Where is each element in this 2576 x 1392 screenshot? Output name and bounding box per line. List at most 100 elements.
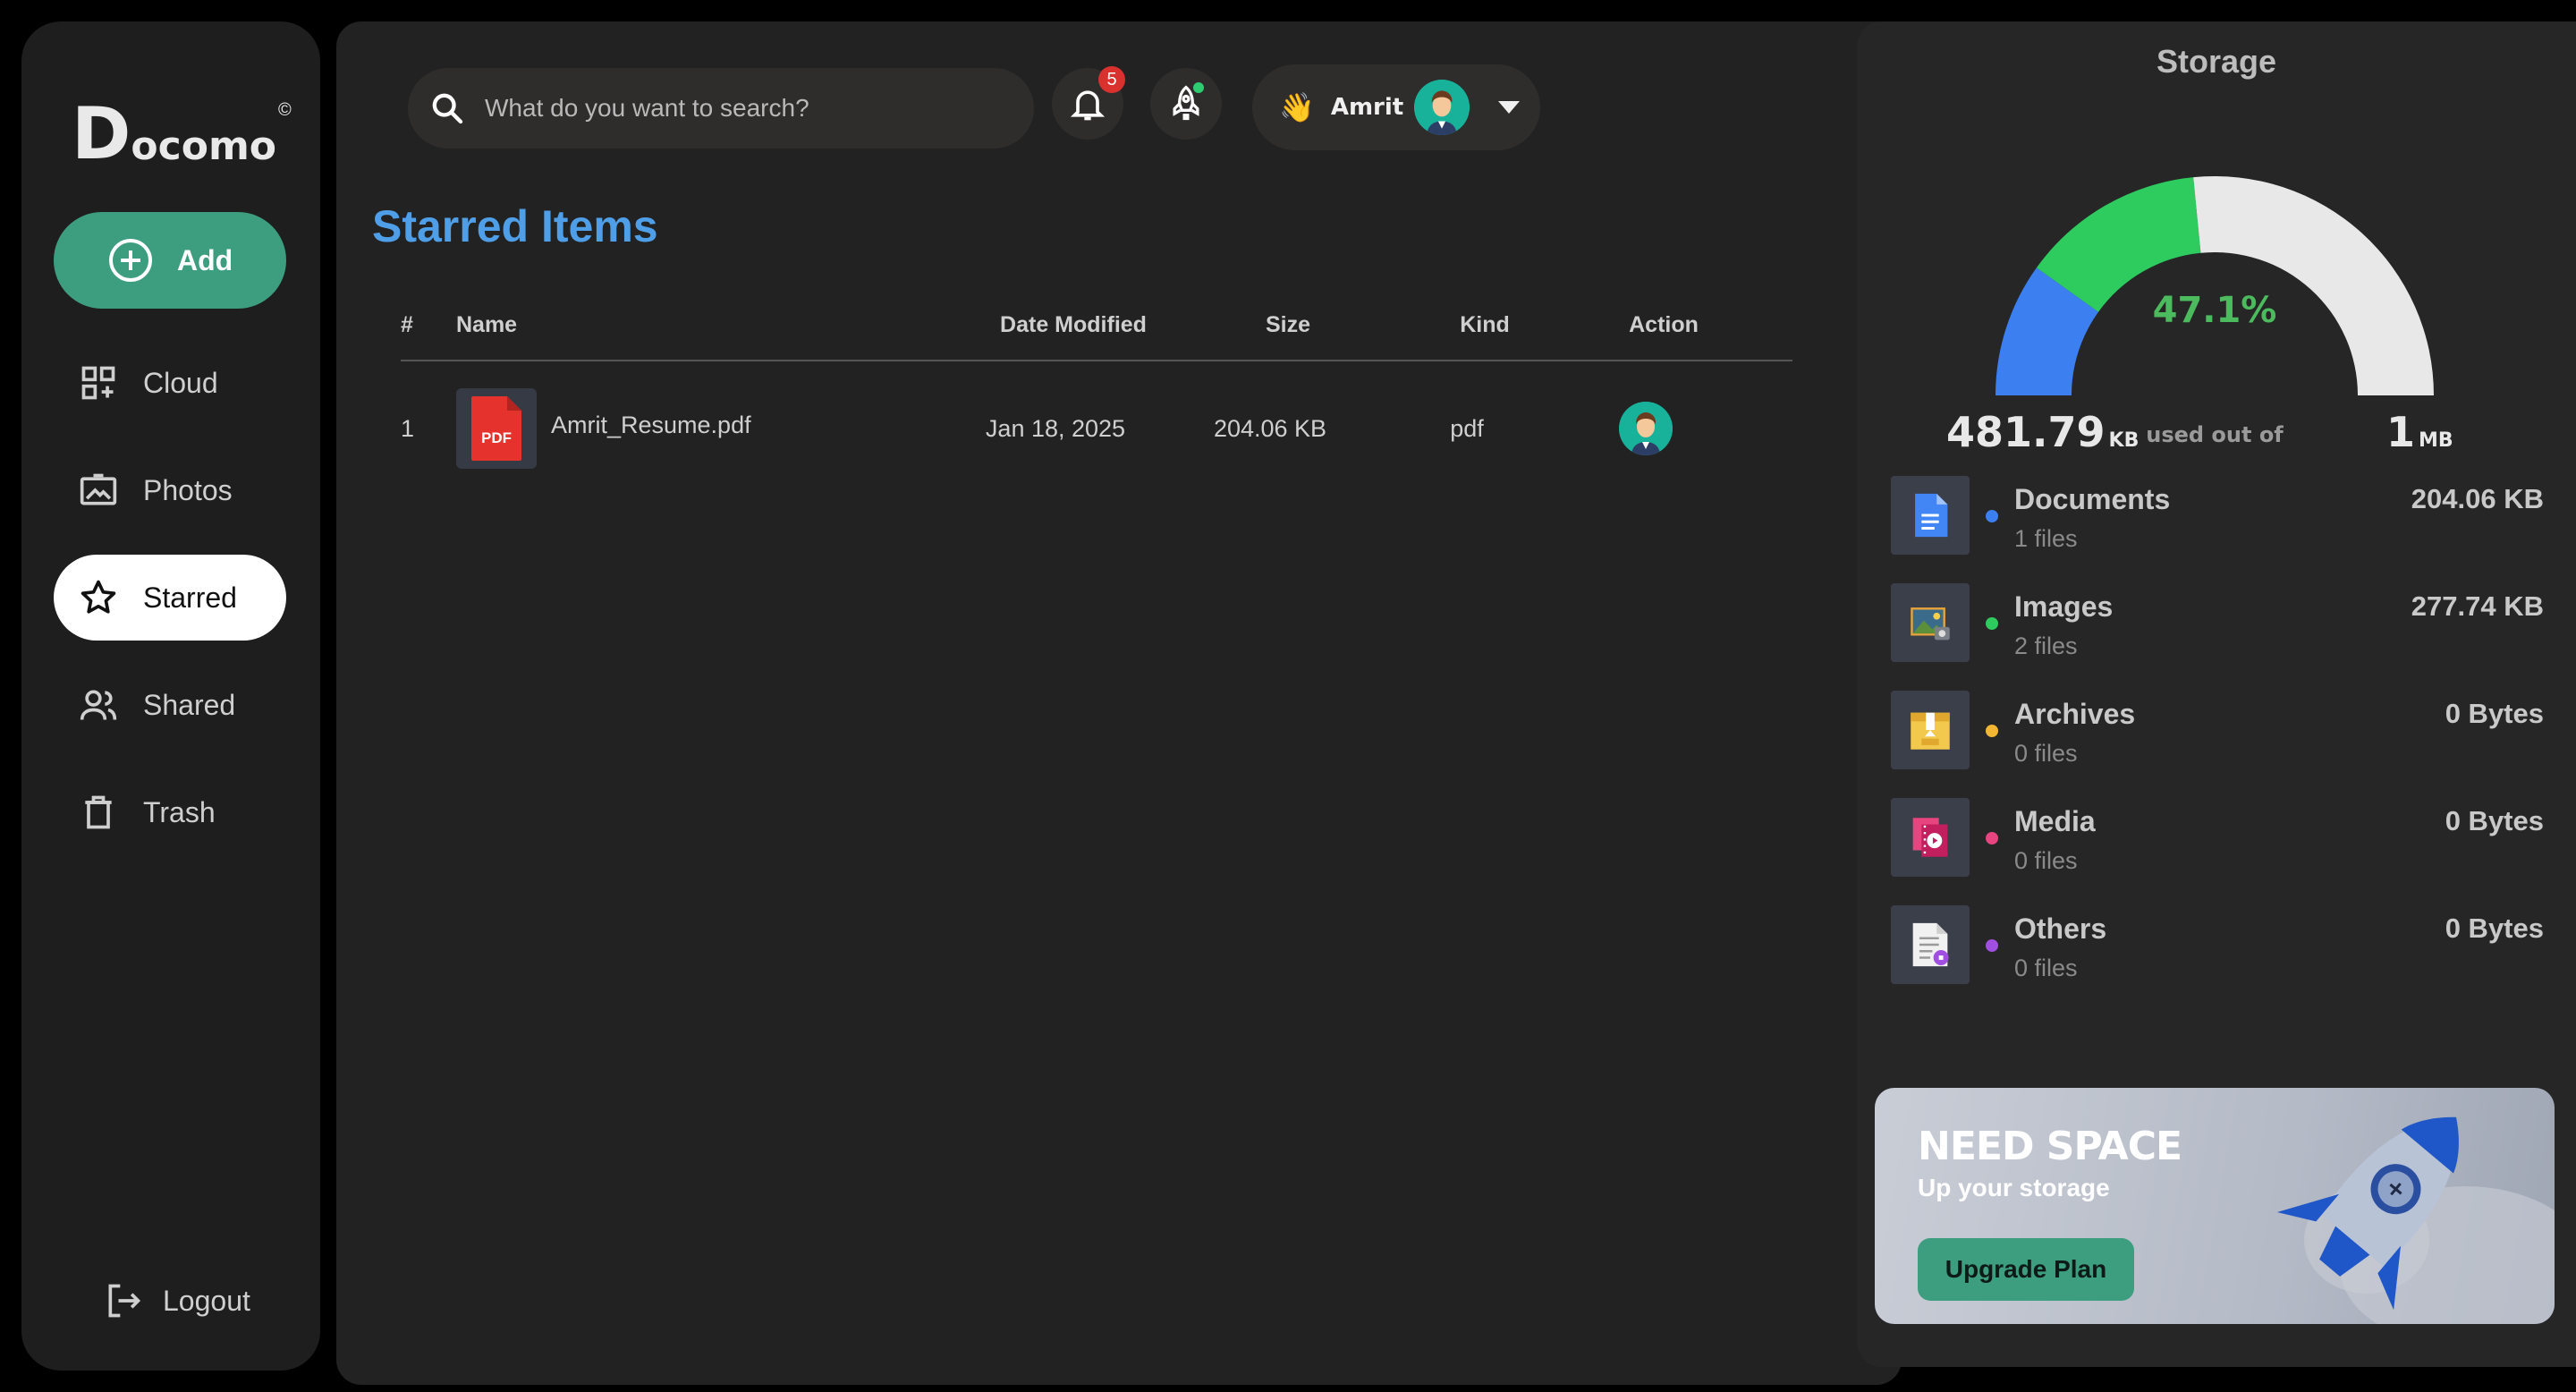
logo-text: ocomo	[131, 123, 277, 169]
sidebar-nav: Cloud Photos Starred Shared Trash	[54, 340, 286, 877]
logout-button[interactable]: Logout	[104, 1281, 250, 1320]
pdf-badge-text: PDF	[481, 429, 512, 446]
rocket-illustration	[2276, 1116, 2555, 1324]
category-media[interactable]: Media 0 files 0 Bytes	[1891, 798, 2544, 905]
sidebar-item-label: Photos	[143, 473, 233, 506]
action-cell	[1547, 402, 1744, 455]
file-kind: pdf	[1450, 414, 1484, 442]
logout-icon	[108, 1284, 141, 1318]
search-input[interactable]	[485, 94, 986, 123]
category-others[interactable]: Others 0 files 0 Bytes	[1891, 905, 2544, 1013]
gauge-segment-free	[2193, 176, 2434, 395]
logo[interactable]: D ocomo ©	[72, 81, 292, 170]
storage-categories: Documents 1 files 204.06 KB Images 2 fil…	[1891, 476, 2544, 1013]
grid-plus-icon	[81, 366, 115, 400]
category-count: 2 files	[2014, 632, 2078, 659]
table-header: # Name Date Modified Size Kind Action	[401, 290, 1792, 361]
column-header: Date Modified	[1000, 311, 1147, 337]
user-name: Amrit	[1330, 94, 1404, 121]
column-header: Kind	[1460, 311, 1510, 337]
other-file-icon	[1891, 905, 1970, 984]
owner-avatar-button[interactable]	[1619, 402, 1673, 455]
search-bar[interactable]	[408, 68, 1034, 149]
column-header: Size	[1265, 311, 1311, 337]
online-status-dot	[1191, 81, 1206, 95]
row-index: 1	[401, 414, 415, 442]
category-size: 0 Bytes	[2445, 698, 2544, 729]
file-name: Amrit_Resume.pdf	[551, 411, 751, 438]
sidebar: D ocomo © Add Cloud Photos Starred Share…	[21, 21, 320, 1371]
sidebar-item-starred[interactable]: Starred	[54, 555, 286, 641]
capacity-value: 1	[2386, 408, 2416, 456]
file-name-cell[interactable]: PDF Amrit_Resume.pdf	[456, 388, 957, 469]
storage-percent: 47.1%	[2152, 290, 2277, 331]
category-size: 277.74 KB	[2411, 590, 2544, 622]
notification-badge: 5	[1098, 66, 1125, 93]
sidebar-item-label: Shared	[143, 688, 236, 721]
category-name: Archives	[2014, 698, 2136, 730]
promo-subtitle: Up your storage	[1918, 1174, 2110, 1201]
category-color-dot	[1986, 510, 1998, 522]
date-modified: Jan 18, 2025	[985, 414, 1126, 442]
sidebar-item-photos[interactable]: Photos	[54, 447, 286, 533]
capacity-unit: MB	[2419, 429, 2453, 452]
category-name: Documents	[2014, 483, 2171, 515]
table-row[interactable]: 1 PDF Amrit_Resume.pdf Jan 18, 2025 204.…	[401, 361, 1792, 496]
category-name: Others	[2014, 912, 2107, 945]
media-icon	[1891, 798, 1970, 877]
category-size: 0 Bytes	[2445, 912, 2544, 944]
add-button[interactable]: Add	[54, 212, 286, 309]
add-button-label: Add	[177, 243, 233, 276]
category-name: Images	[2014, 590, 2114, 623]
category-count: 0 files	[2014, 955, 2078, 981]
user-menu[interactable]: 👋 Amrit	[1252, 64, 1540, 150]
storage-gauge	[1996, 176, 2434, 395]
category-count: 0 files	[2014, 847, 2078, 874]
document-icon	[1891, 476, 1970, 555]
bell-icon	[1070, 90, 1106, 121]
sidebar-item-label: Starred	[143, 581, 237, 614]
sidebar-item-cloud[interactable]: Cloud	[54, 340, 286, 426]
category-text: Others 0 files	[2014, 905, 2106, 982]
users-icon	[80, 690, 117, 720]
archive-icon	[1891, 691, 1970, 769]
trash-icon	[85, 795, 112, 829]
storage-title: Storage	[2156, 43, 2277, 80]
category-images[interactable]: Images 2 files 277.74 KB	[1891, 583, 2544, 691]
category-count: 1 files	[2014, 525, 2078, 552]
rocket-button[interactable]	[1150, 68, 1222, 140]
logout-label: Logout	[163, 1284, 250, 1317]
sidebar-item-trash[interactable]: Trash	[54, 769, 286, 855]
column-header: #	[401, 311, 413, 337]
page-title: Starred Items	[372, 201, 658, 251]
category-text: Images 2 files	[2014, 583, 2113, 660]
notifications-button[interactable]: 5	[1052, 66, 1125, 140]
avatar	[1414, 80, 1470, 135]
sidebar-item-shared[interactable]: Shared	[54, 662, 286, 748]
chevron-down-icon	[1498, 101, 1521, 114]
promo-title: NEED SPACE	[1918, 1124, 2182, 1169]
category-name: Media	[2014, 805, 2096, 837]
capacity-amount: 1 MB	[2386, 408, 2453, 456]
column-header: Name	[456, 311, 518, 337]
upgrade-promo-card: NEED SPACE Up your storage Upgrade Plan	[1875, 1088, 2555, 1324]
category-color-dot	[1986, 939, 1998, 952]
used-out-of-label: used out of	[2146, 422, 2284, 447]
wave-icon: 👋	[1279, 91, 1315, 123]
column-header: Action	[1629, 311, 1699, 337]
category-size: 0 Bytes	[2445, 805, 2544, 836]
upgrade-plan-button[interactable]: Upgrade Plan	[1918, 1238, 2134, 1301]
photo-icon	[80, 473, 117, 505]
category-text: Documents 1 files	[2014, 476, 2170, 553]
plus-circle-icon	[109, 239, 152, 282]
star-icon	[80, 580, 116, 614]
category-archives[interactable]: Archives 0 files 0 Bytes	[1891, 691, 2544, 798]
category-documents[interactable]: Documents 1 files 204.06 KB	[1891, 476, 2544, 583]
storage-panel: Storage 47.1% 481.79 KB used out of 1 MB D…	[1857, 21, 2576, 1367]
logo-copyright: ©	[278, 100, 292, 120]
sidebar-item-label: Trash	[143, 795, 216, 828]
category-text: Media 0 files	[2014, 798, 2096, 875]
main-content: 5 👋 Amrit Starred Items # Name Date Modi…	[336, 21, 1902, 1385]
search-icon	[432, 93, 463, 124]
sidebar-item-label: Cloud	[143, 366, 218, 399]
